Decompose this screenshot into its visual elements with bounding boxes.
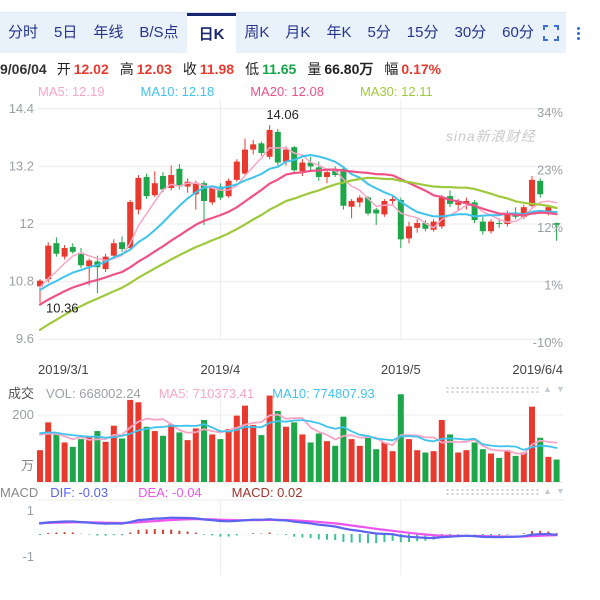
volume-pane-drag-handle[interactable]	[445, 386, 539, 394]
macd-dif-value: DIF: -0.03	[50, 485, 108, 500]
macd-pane	[40, 518, 557, 544]
tab-日K[interactable]: 日K	[187, 13, 237, 61]
svg-text:9.6: 9.6	[16, 331, 34, 346]
sina-watermark: sina新浪财经	[446, 126, 536, 146]
tab-周K[interactable]: 周K	[236, 13, 277, 53]
svg-text:1: 1	[27, 503, 34, 518]
tab-分时[interactable]: 分时	[0, 13, 46, 53]
tab-年线[interactable]: 年线	[85, 13, 131, 53]
stock-chart-app: 分时5日年线B/S点日K周K月K年K5分15分30分60分 9/06/04 开1…	[0, 0, 600, 600]
svg-text:23%: 23%	[537, 162, 563, 177]
volume-pane-collapse-icon[interactable]: ▼	[556, 384, 565, 394]
tab-年K[interactable]: 年K	[318, 13, 359, 53]
volume-legend: 成交 VOL: 668002.24 MA5: 710373.41 MA10: 7…	[8, 383, 375, 402]
volume-ma10-value: MA10: 774807.93	[272, 386, 375, 401]
tab-5分[interactable]: 5分	[359, 13, 398, 53]
svg-text:34%: 34%	[537, 105, 563, 120]
macd-value: MACD: 0.02	[232, 485, 303, 500]
tab-月K[interactable]: 月K	[277, 13, 318, 53]
svg-text:万: 万	[21, 458, 34, 473]
svg-text:2019/6/4: 2019/6/4	[512, 362, 563, 377]
svg-text:1%: 1%	[544, 278, 563, 293]
volume-pane	[37, 394, 560, 482]
tab-B/S点[interactable]: B/S点	[131, 13, 186, 53]
kline-chart-canvas[interactable]: 14.4 34% 13.2 23% 12 12% 10.8 1% 9.6 -10% 14.06 10.…	[0, 0, 600, 600]
macd-pane-collapse-icon[interactable]: ▼	[556, 486, 565, 496]
more-menu-icon[interactable]	[570, 24, 588, 42]
svg-text:2019/4: 2019/4	[201, 362, 241, 377]
macd-dea-value: DEA: -0.04	[138, 485, 202, 500]
tab-60分[interactable]: 60分	[494, 13, 542, 53]
svg-text:10.8: 10.8	[9, 274, 34, 289]
svg-text:14.4: 14.4	[9, 101, 34, 116]
volume-ma5-value: MA5: 710373.41	[159, 386, 254, 401]
fullscreen-icon[interactable]	[542, 24, 560, 42]
price-pane	[37, 125, 560, 330]
volume-pane-expand-icon[interactable]: ▲	[543, 384, 552, 394]
macd-pane-title: MACD	[0, 485, 38, 500]
svg-text:10.36: 10.36	[46, 301, 79, 316]
svg-text:12: 12	[20, 216, 34, 231]
tab-15分[interactable]: 15分	[399, 13, 447, 53]
tab-5日[interactable]: 5日	[46, 13, 85, 53]
svg-text:-1: -1	[22, 549, 34, 564]
svg-text:2019/5: 2019/5	[381, 362, 421, 377]
gridlines	[38, 100, 563, 575]
svg-text:14.06: 14.06	[266, 107, 299, 122]
svg-text:200: 200	[12, 407, 34, 422]
tab-30分[interactable]: 30分	[446, 13, 494, 53]
macd-pane-drag-handle[interactable]	[445, 488, 539, 496]
svg-text:2019/3/1: 2019/3/1	[38, 362, 89, 377]
tabbar-icons	[542, 13, 596, 53]
chart-period-tabbar: 分时5日年线B/S点日K周K月K年K5分15分30分60分	[0, 12, 566, 53]
volume-pane-title: 成交	[8, 383, 34, 402]
macd-legend: MACD DIF: -0.03 DEA: -0.04 MACD: 0.02	[0, 485, 302, 500]
svg-text:13.2: 13.2	[9, 158, 34, 173]
macd-pane-expand-icon[interactable]: ▲	[543, 486, 552, 496]
volume-value: VOL: 668002.24	[46, 386, 141, 401]
svg-text:-10%: -10%	[533, 335, 564, 350]
svg-text:12%: 12%	[537, 220, 563, 235]
